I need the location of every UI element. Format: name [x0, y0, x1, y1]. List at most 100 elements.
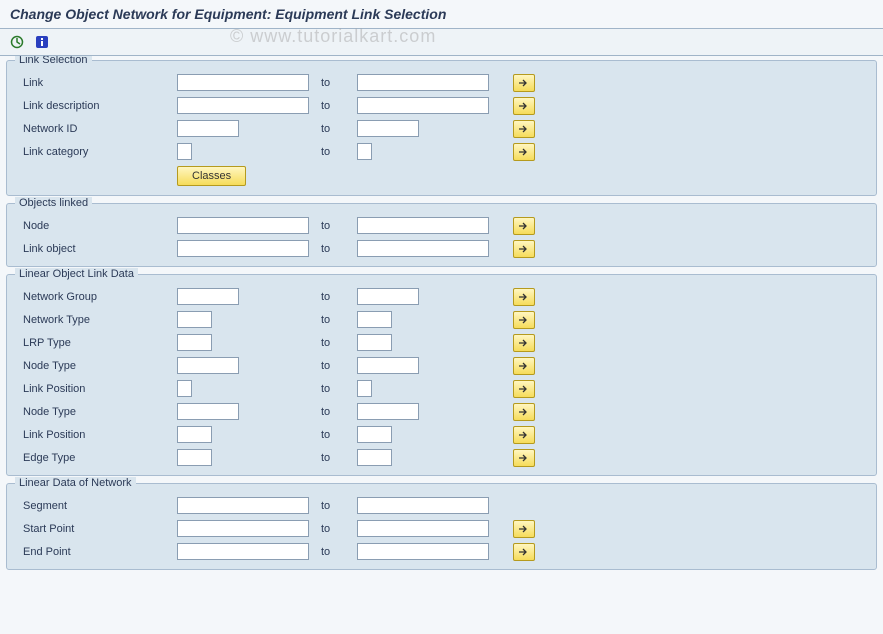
input-start-point-from[interactable] [177, 520, 309, 537]
input-link-desc-from[interactable] [177, 97, 309, 114]
input-segment-from[interactable] [177, 497, 309, 514]
row-network-group: Network Group to [15, 285, 868, 308]
input-segment-to[interactable] [357, 497, 489, 514]
group-link-selection: Link Selection Link to Link description … [6, 60, 877, 196]
input-node-type1-from[interactable] [177, 357, 239, 374]
label-network-group: Network Group [15, 291, 177, 303]
group-linear-data-of-network: Linear Data of Network Segment to Start … [6, 483, 877, 570]
row-link-position-1: Link Position to [15, 377, 868, 400]
label-network-type: Network Type [15, 314, 177, 326]
input-network-type-to[interactable] [357, 311, 392, 328]
input-network-group-from[interactable] [177, 288, 239, 305]
group-title: Linear Object Link Data [15, 268, 138, 280]
group-title: Link Selection [15, 56, 92, 66]
label-link-position: Link Position [15, 429, 177, 441]
input-node-type2-from[interactable] [177, 403, 239, 420]
label-to: to [317, 523, 357, 535]
input-link-desc-to[interactable] [357, 97, 489, 114]
row-link-description: Link description to [15, 94, 868, 117]
label-network-id: Network ID [15, 123, 177, 135]
multiple-selection-button[interactable] [513, 334, 535, 352]
input-node-to[interactable] [357, 217, 489, 234]
input-link-object-from[interactable] [177, 240, 309, 257]
row-link-position-2: Link Position to [15, 423, 868, 446]
info-icon[interactable] [32, 33, 52, 51]
row-end-point: End Point to [15, 540, 868, 563]
label-link-cat: Link category [15, 146, 177, 158]
label-to: to [317, 100, 357, 112]
page-title: Change Object Network for Equipment: Equ… [0, 0, 883, 29]
row-link: Link to [15, 71, 868, 94]
multiple-selection-button[interactable] [513, 240, 535, 258]
input-link-pos1-from[interactable] [177, 380, 192, 397]
multiple-selection-button[interactable] [513, 143, 535, 161]
group-linear-object-link-data: Linear Object Link Data Network Group to… [6, 274, 877, 476]
input-end-point-from[interactable] [177, 543, 309, 560]
multiple-selection-button[interactable] [513, 74, 535, 92]
input-node-type1-to[interactable] [357, 357, 419, 374]
label-link-desc: Link description [15, 100, 177, 112]
input-edge-type-from[interactable] [177, 449, 212, 466]
input-start-point-to[interactable] [357, 520, 489, 537]
input-link-from[interactable] [177, 74, 309, 91]
row-network-id: Network ID to [15, 117, 868, 140]
multiple-selection-button[interactable] [513, 380, 535, 398]
label-to: to [317, 337, 357, 349]
row-node-type-2: Node Type to [15, 400, 868, 423]
input-link-cat-from[interactable] [177, 143, 192, 160]
label-to: to [317, 429, 357, 441]
label-to: to [317, 360, 357, 372]
classes-button[interactable]: Classes [177, 166, 246, 186]
row-edge-type: Edge Type to [15, 446, 868, 469]
input-link-cat-to[interactable] [357, 143, 372, 160]
multiple-selection-button[interactable] [513, 543, 535, 561]
label-node-type: Node Type [15, 360, 177, 372]
input-network-group-to[interactable] [357, 288, 419, 305]
input-network-id-to[interactable] [357, 120, 419, 137]
input-link-pos2-to[interactable] [357, 426, 392, 443]
input-node-from[interactable] [177, 217, 309, 234]
toolbar [0, 29, 883, 56]
multiple-selection-button[interactable] [513, 311, 535, 329]
label-to: to [317, 243, 357, 255]
multiple-selection-button[interactable] [513, 288, 535, 306]
label-to: to [317, 77, 357, 89]
row-network-type: Network Type to [15, 308, 868, 331]
label-to: to [317, 291, 357, 303]
input-lrp-type-from[interactable] [177, 334, 212, 351]
group-title: Objects linked [15, 197, 92, 209]
label-edge-type: Edge Type [15, 452, 177, 464]
group-title: Linear Data of Network [15, 477, 136, 489]
label-lrp-type: LRP Type [15, 337, 177, 349]
execute-icon[interactable] [8, 33, 28, 51]
label-to: to [317, 146, 357, 158]
label-node-type: Node Type [15, 406, 177, 418]
input-link-to[interactable] [357, 74, 489, 91]
input-link-object-to[interactable] [357, 240, 489, 257]
input-network-type-from[interactable] [177, 311, 212, 328]
input-link-pos2-from[interactable] [177, 426, 212, 443]
label-end-point: End Point [15, 546, 177, 558]
multiple-selection-button[interactable] [513, 449, 535, 467]
row-link-category: Link category to [15, 140, 868, 163]
label-to: to [317, 546, 357, 558]
input-network-id-from[interactable] [177, 120, 239, 137]
label-link: Link [15, 77, 177, 89]
input-end-point-to[interactable] [357, 543, 489, 560]
label-to: to [317, 452, 357, 464]
multiple-selection-button[interactable] [513, 426, 535, 444]
input-node-type2-to[interactable] [357, 403, 419, 420]
input-edge-type-to[interactable] [357, 449, 392, 466]
input-lrp-type-to[interactable] [357, 334, 392, 351]
multiple-selection-button[interactable] [513, 120, 535, 138]
multiple-selection-button[interactable] [513, 520, 535, 538]
input-link-pos1-to[interactable] [357, 380, 372, 397]
multiple-selection-button[interactable] [513, 217, 535, 235]
label-segment: Segment [15, 500, 177, 512]
label-to: to [317, 220, 357, 232]
multiple-selection-button[interactable] [513, 403, 535, 421]
content-area: Link Selection Link to Link description … [0, 56, 883, 634]
multiple-selection-button[interactable] [513, 357, 535, 375]
row-node: Node to [15, 214, 868, 237]
multiple-selection-button[interactable] [513, 97, 535, 115]
